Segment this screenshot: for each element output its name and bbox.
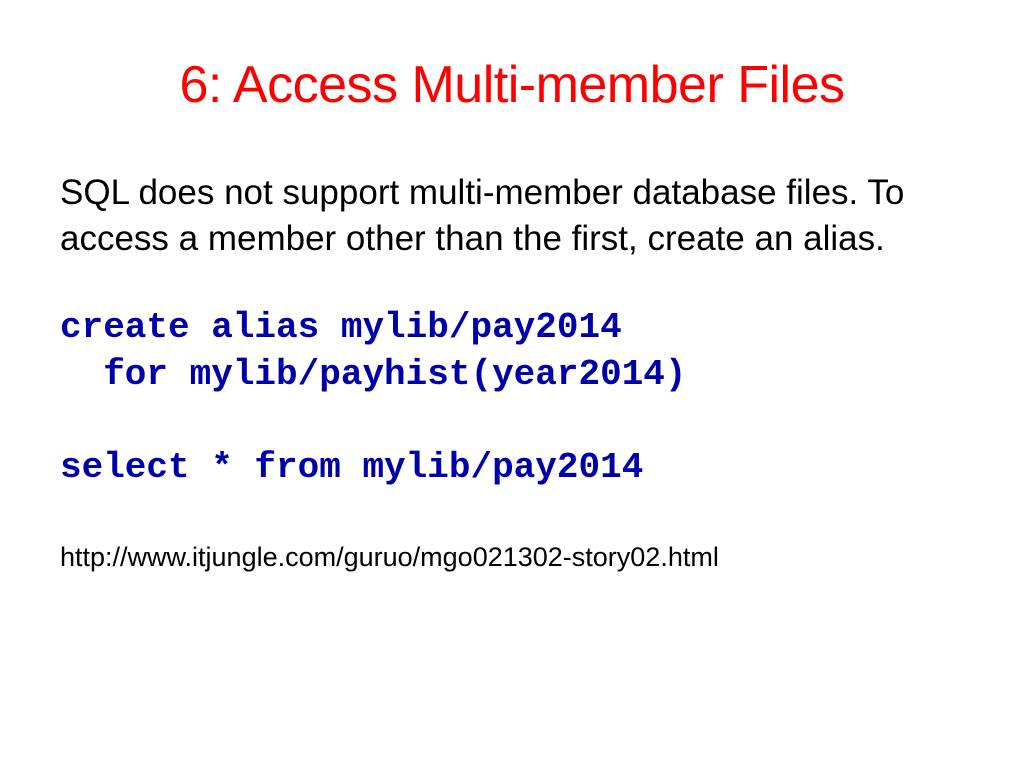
- slide-body-text: SQL does not support multi-member databa…: [60, 170, 964, 261]
- code-block: create alias mylib/pay2014 for mylib/pay…: [60, 305, 964, 492]
- footer-url: http://www.itjungle.com/guruo/mgo021302-…: [60, 542, 964, 573]
- slide-title: 6: Access Multi-member Files: [60, 55, 964, 115]
